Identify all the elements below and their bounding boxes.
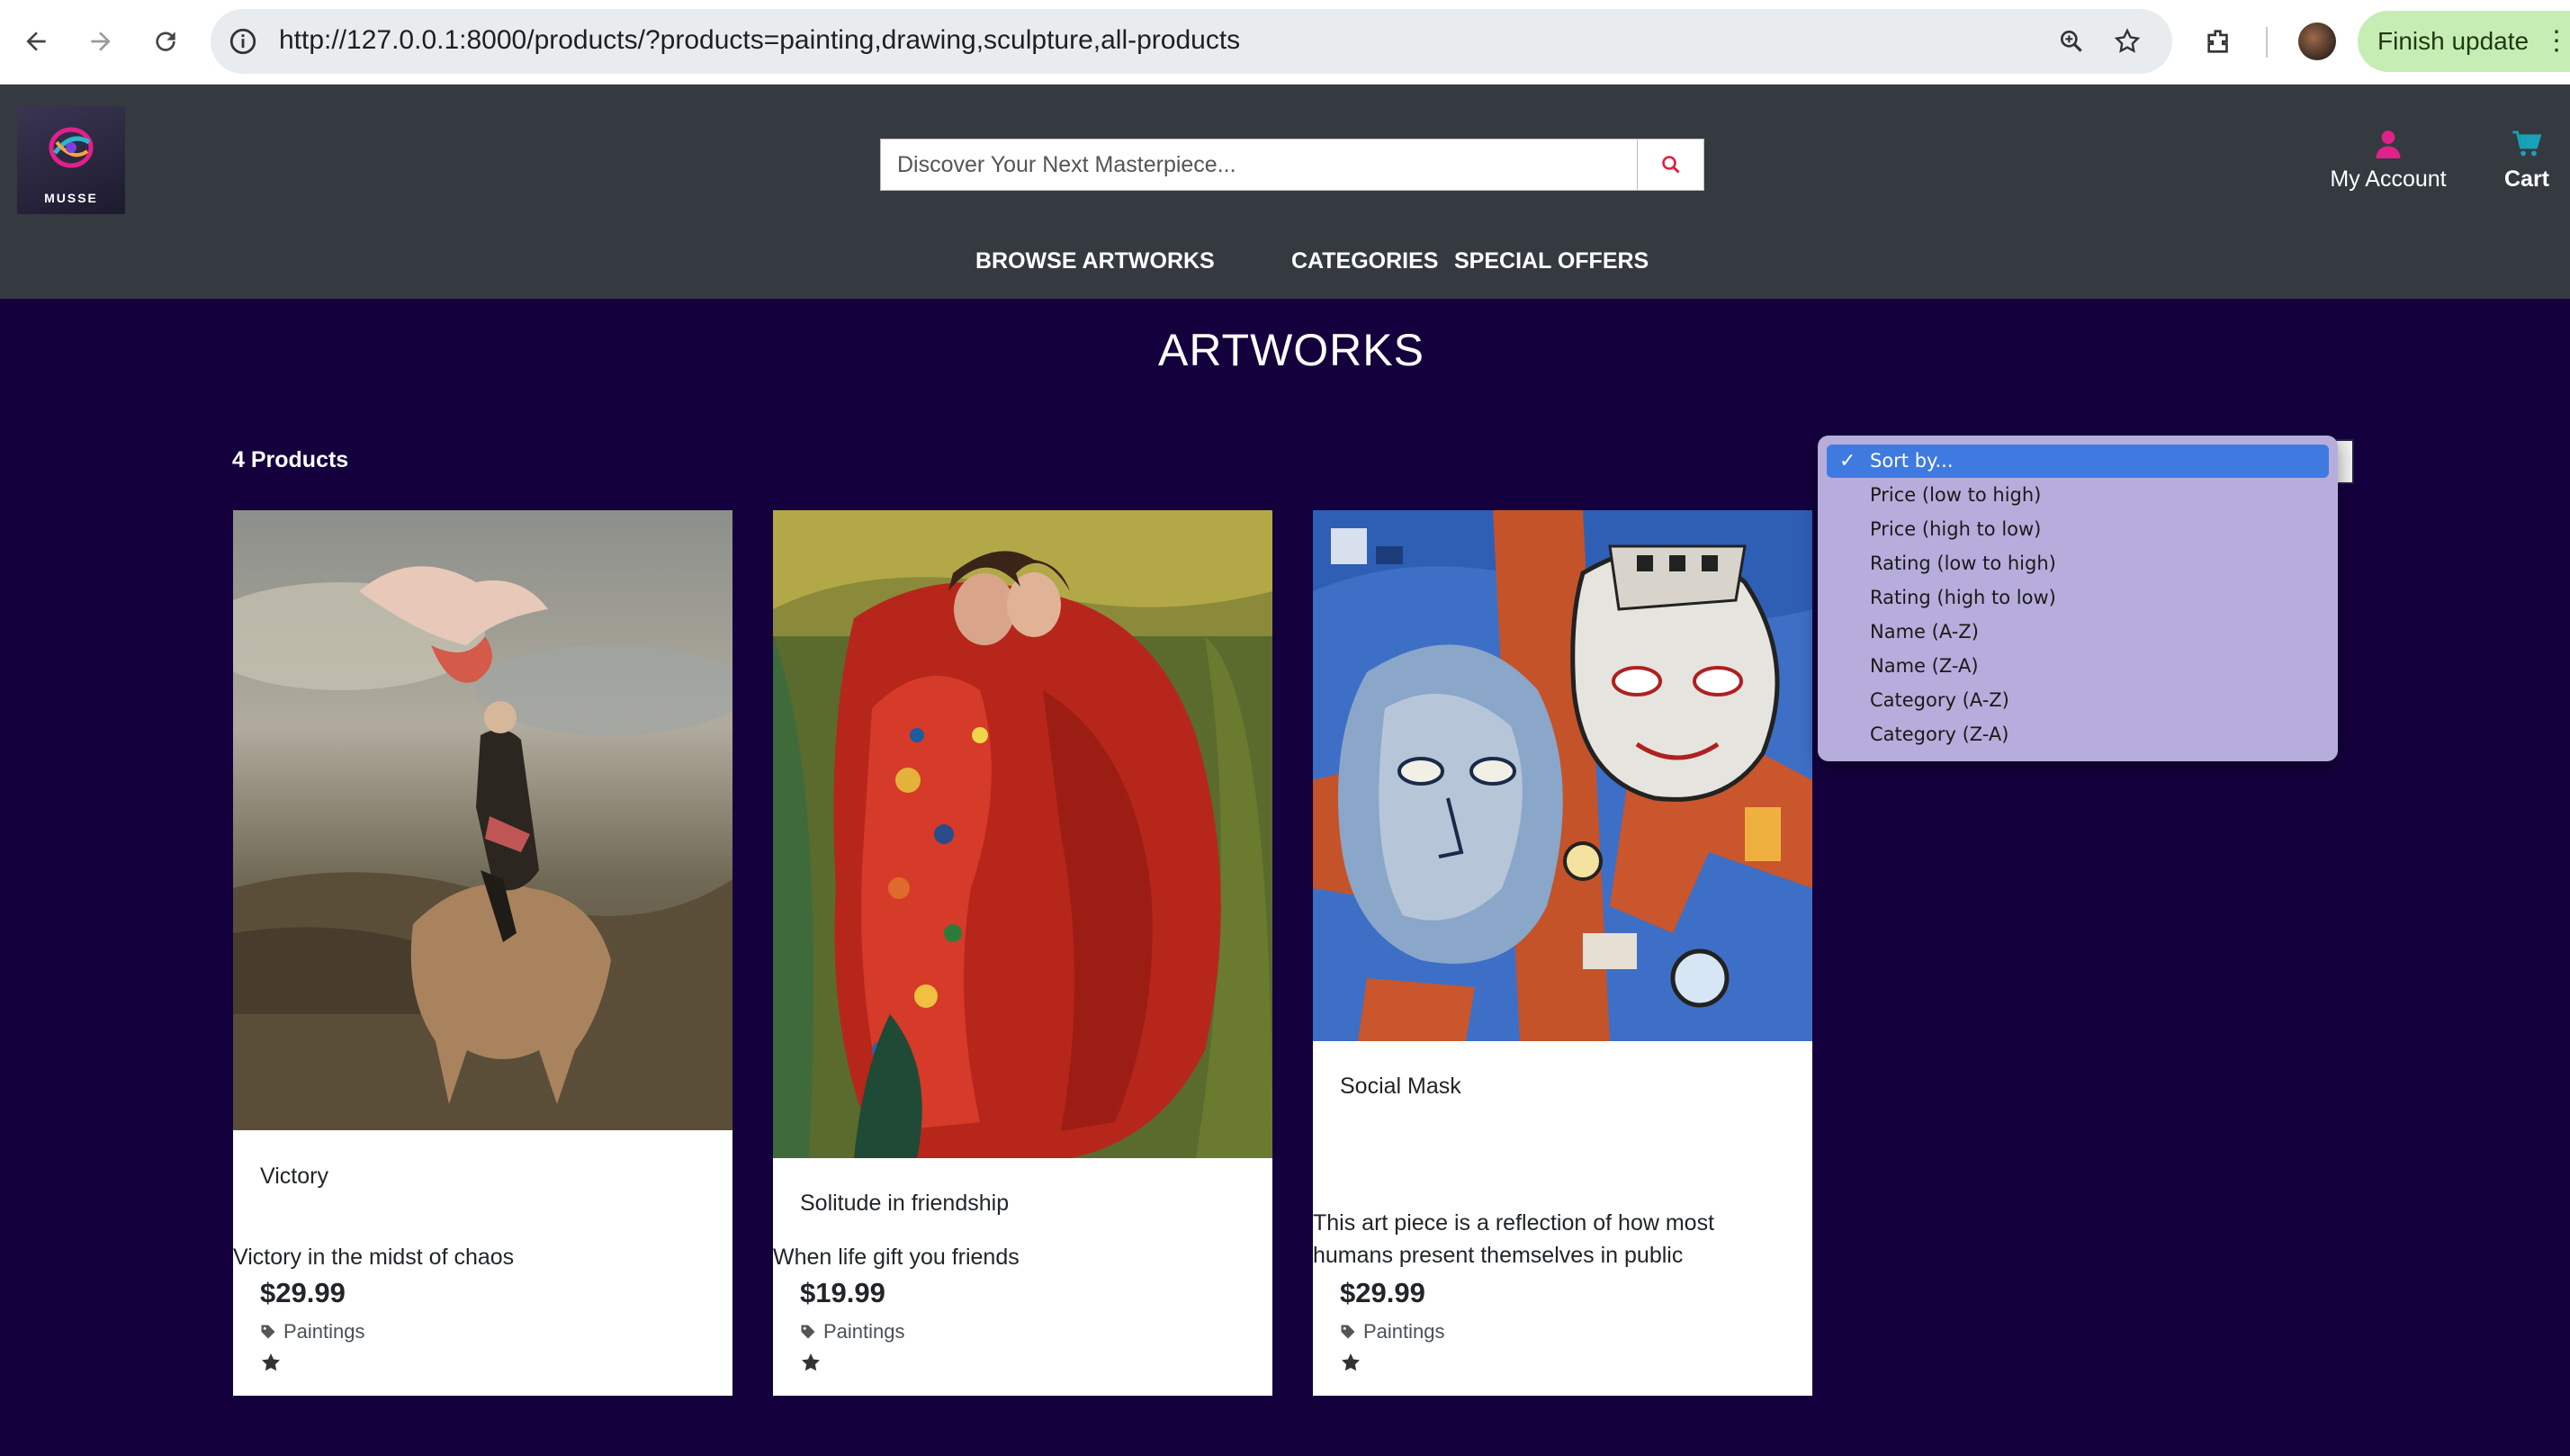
product-card[interactable]: Social Mask This art piece is a reflecti… bbox=[1313, 510, 1812, 1396]
sort-option-name-desc[interactable]: Name (Z-A) bbox=[1827, 650, 2329, 683]
tag-icon bbox=[801, 1325, 815, 1339]
sort-option-rating-desc[interactable]: Rating (high to low) bbox=[1827, 581, 2329, 615]
sort-option-label: Name (Z-A) bbox=[1870, 655, 1979, 677]
product-image-solitude-in-friendship[interactable] bbox=[773, 510, 1272, 1158]
tag-icon bbox=[261, 1325, 275, 1339]
toolbar-divider bbox=[2266, 27, 2268, 58]
product-price: $29.99 bbox=[260, 1277, 346, 1308]
sort-option-label: Rating (low to high) bbox=[1870, 553, 2056, 574]
product-category[interactable]: Paintings bbox=[260, 1320, 365, 1344]
cart-link[interactable]: Cart bbox=[2493, 130, 2561, 193]
sort-option-label: Name (A-Z) bbox=[1870, 621, 1979, 643]
search-input[interactable] bbox=[881, 139, 1637, 190]
page-title: ARTWORKS bbox=[1158, 325, 1424, 375]
back-button[interactable] bbox=[13, 18, 59, 65]
my-account-label: My Account bbox=[2330, 166, 2447, 192]
sort-option-category-asc[interactable]: Category (A-Z) bbox=[1827, 684, 2329, 717]
product-name[interactable]: Social Mask bbox=[1340, 1074, 1461, 1100]
shopping-cart-icon bbox=[2512, 130, 2542, 157]
product-card[interactable]: Victory Victory in the midst of chaos $2… bbox=[233, 510, 732, 1396]
product-name[interactable]: Victory bbox=[260, 1164, 328, 1190]
sort-option-label: Price (low to high) bbox=[1870, 484, 2042, 506]
sort-option-label: Rating (high to low) bbox=[1870, 587, 2056, 608]
logo-swirl-icon bbox=[49, 127, 94, 168]
product-image-social-mask[interactable] bbox=[1313, 510, 1812, 1041]
product-category[interactable]: Paintings bbox=[800, 1320, 905, 1344]
finish-update-button[interactable]: Finish update ⋮ bbox=[2358, 11, 2570, 72]
browser-toolbar: http://127.0.0.1:8000/products/?products… bbox=[0, 0, 2570, 85]
bookmark-star-icon[interactable] bbox=[2107, 22, 2147, 61]
nav-categories[interactable]: CATEGORIES bbox=[1291, 248, 1438, 274]
url-text: http://127.0.0.1:8000/products/?products… bbox=[279, 25, 1241, 55]
extensions-puzzle-icon[interactable] bbox=[2197, 20, 2241, 63]
product-description: When life gift you friends bbox=[773, 1245, 1020, 1270]
cart-label: Cart bbox=[2503, 166, 2549, 192]
search-bar bbox=[880, 139, 1704, 191]
checkmark-icon: ✓ bbox=[1839, 450, 1856, 472]
back-arrow-icon bbox=[26, 31, 46, 51]
forward-arrow-icon bbox=[91, 31, 111, 51]
sort-option-price-desc[interactable]: Price (high to low) bbox=[1827, 513, 2329, 546]
sort-option-label: Sort by... bbox=[1870, 450, 1954, 472]
product-category[interactable]: Paintings bbox=[1340, 1320, 1445, 1344]
search-icon bbox=[1661, 156, 1680, 174]
product-image-victory[interactable] bbox=[233, 510, 732, 1130]
rating-star-icon bbox=[802, 1353, 820, 1371]
product-name[interactable]: Solitude in friendship bbox=[800, 1191, 1009, 1217]
sort-option-label: Price (high to low) bbox=[1870, 518, 2042, 540]
product-price: $29.99 bbox=[1340, 1277, 1425, 1308]
site-header: MUSSE My Account Cart BROWSE ARTWORKS CA… bbox=[0, 85, 2570, 299]
product-category-label: Paintings bbox=[823, 1320, 905, 1343]
sort-option-default[interactable]: ✓ Sort by... bbox=[1827, 445, 2329, 478]
product-description: Victory in the midst of chaos bbox=[233, 1245, 515, 1270]
logo-text: MUSSE bbox=[44, 191, 98, 205]
sort-option-rating-asc[interactable]: Rating (low to high) bbox=[1827, 547, 2329, 580]
sort-option-category-desc[interactable]: Category (Z-A) bbox=[1827, 718, 2329, 751]
product-card[interactable]: Solitude in friendship When life gift yo… bbox=[773, 510, 1272, 1396]
product-category-label: Paintings bbox=[283, 1320, 365, 1343]
rating-star-icon bbox=[262, 1353, 280, 1371]
reload-button[interactable] bbox=[142, 18, 189, 65]
sort-option-price-asc[interactable]: Price (low to high) bbox=[1827, 479, 2329, 512]
search-button[interactable] bbox=[1637, 139, 1703, 190]
tag-icon bbox=[1341, 1325, 1355, 1339]
reload-icon bbox=[156, 31, 175, 51]
site-info-icon[interactable] bbox=[223, 22, 263, 61]
product-category-label: Paintings bbox=[1363, 1320, 1445, 1343]
nav-browse-artworks[interactable]: BROWSE ARTWORKS bbox=[975, 248, 1215, 274]
menu-kebab-icon[interactable]: ⋮ bbox=[2543, 23, 2570, 59]
product-price: $19.99 bbox=[800, 1277, 885, 1308]
zoom-icon[interactable] bbox=[2052, 22, 2091, 61]
sort-dropdown-menu: ✓ Sort by... Price (low to high) Price (… bbox=[1818, 436, 2338, 761]
site-logo[interactable]: MUSSE bbox=[17, 106, 125, 214]
product-description: This art piece is a reflection of how mo… bbox=[1313, 1210, 1715, 1268]
my-account-link[interactable]: My Account bbox=[2322, 130, 2455, 193]
nav-special-offers[interactable]: SPECIAL OFFERS bbox=[1454, 248, 1649, 274]
user-icon bbox=[2376, 130, 2401, 158]
rating-star-icon bbox=[1342, 1353, 1360, 1371]
sort-option-name-asc[interactable]: Name (A-Z) bbox=[1827, 616, 2329, 649]
sort-option-label: Category (A-Z) bbox=[1870, 689, 2009, 711]
finish-update-label: Finish update bbox=[2377, 27, 2530, 55]
sort-option-label: Category (Z-A) bbox=[1870, 724, 2009, 745]
product-count: 4 Products bbox=[232, 447, 349, 472]
profile-avatar[interactable] bbox=[2298, 22, 2336, 60]
forward-button[interactable] bbox=[77, 18, 124, 65]
address-bar[interactable]: http://127.0.0.1:8000/products/?products… bbox=[211, 9, 2172, 74]
